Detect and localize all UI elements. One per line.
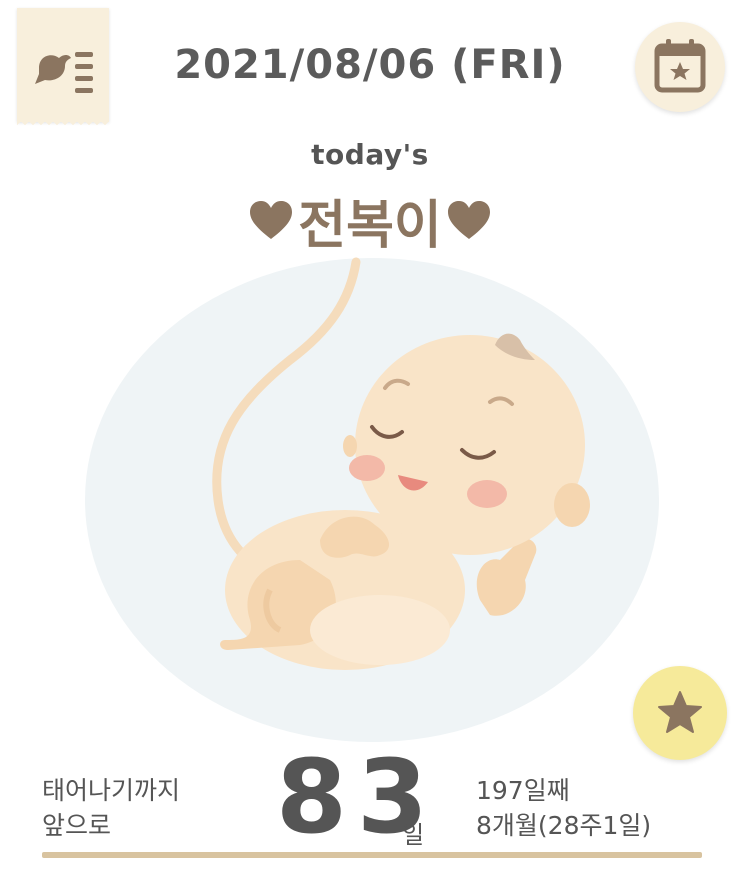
countdown-label: 태어나기까지 앞으로 — [42, 773, 180, 843]
countdown-label-line1: 태어나기까지 — [42, 776, 181, 805]
days-unit: 일 — [402, 821, 425, 849]
pregnancy-month-week: 8개월(28주1일) — [476, 811, 652, 840]
pregnancy-progress-info: 197일째 8개월(28주1일) — [476, 773, 651, 843]
divider-bar — [42, 852, 702, 858]
favorite-button[interactable] — [633, 666, 727, 760]
pregnancy-day-count: 197일째 — [476, 776, 570, 805]
countdown-label-line2: 앞으로 — [42, 811, 112, 840]
star-icon — [658, 691, 702, 733]
